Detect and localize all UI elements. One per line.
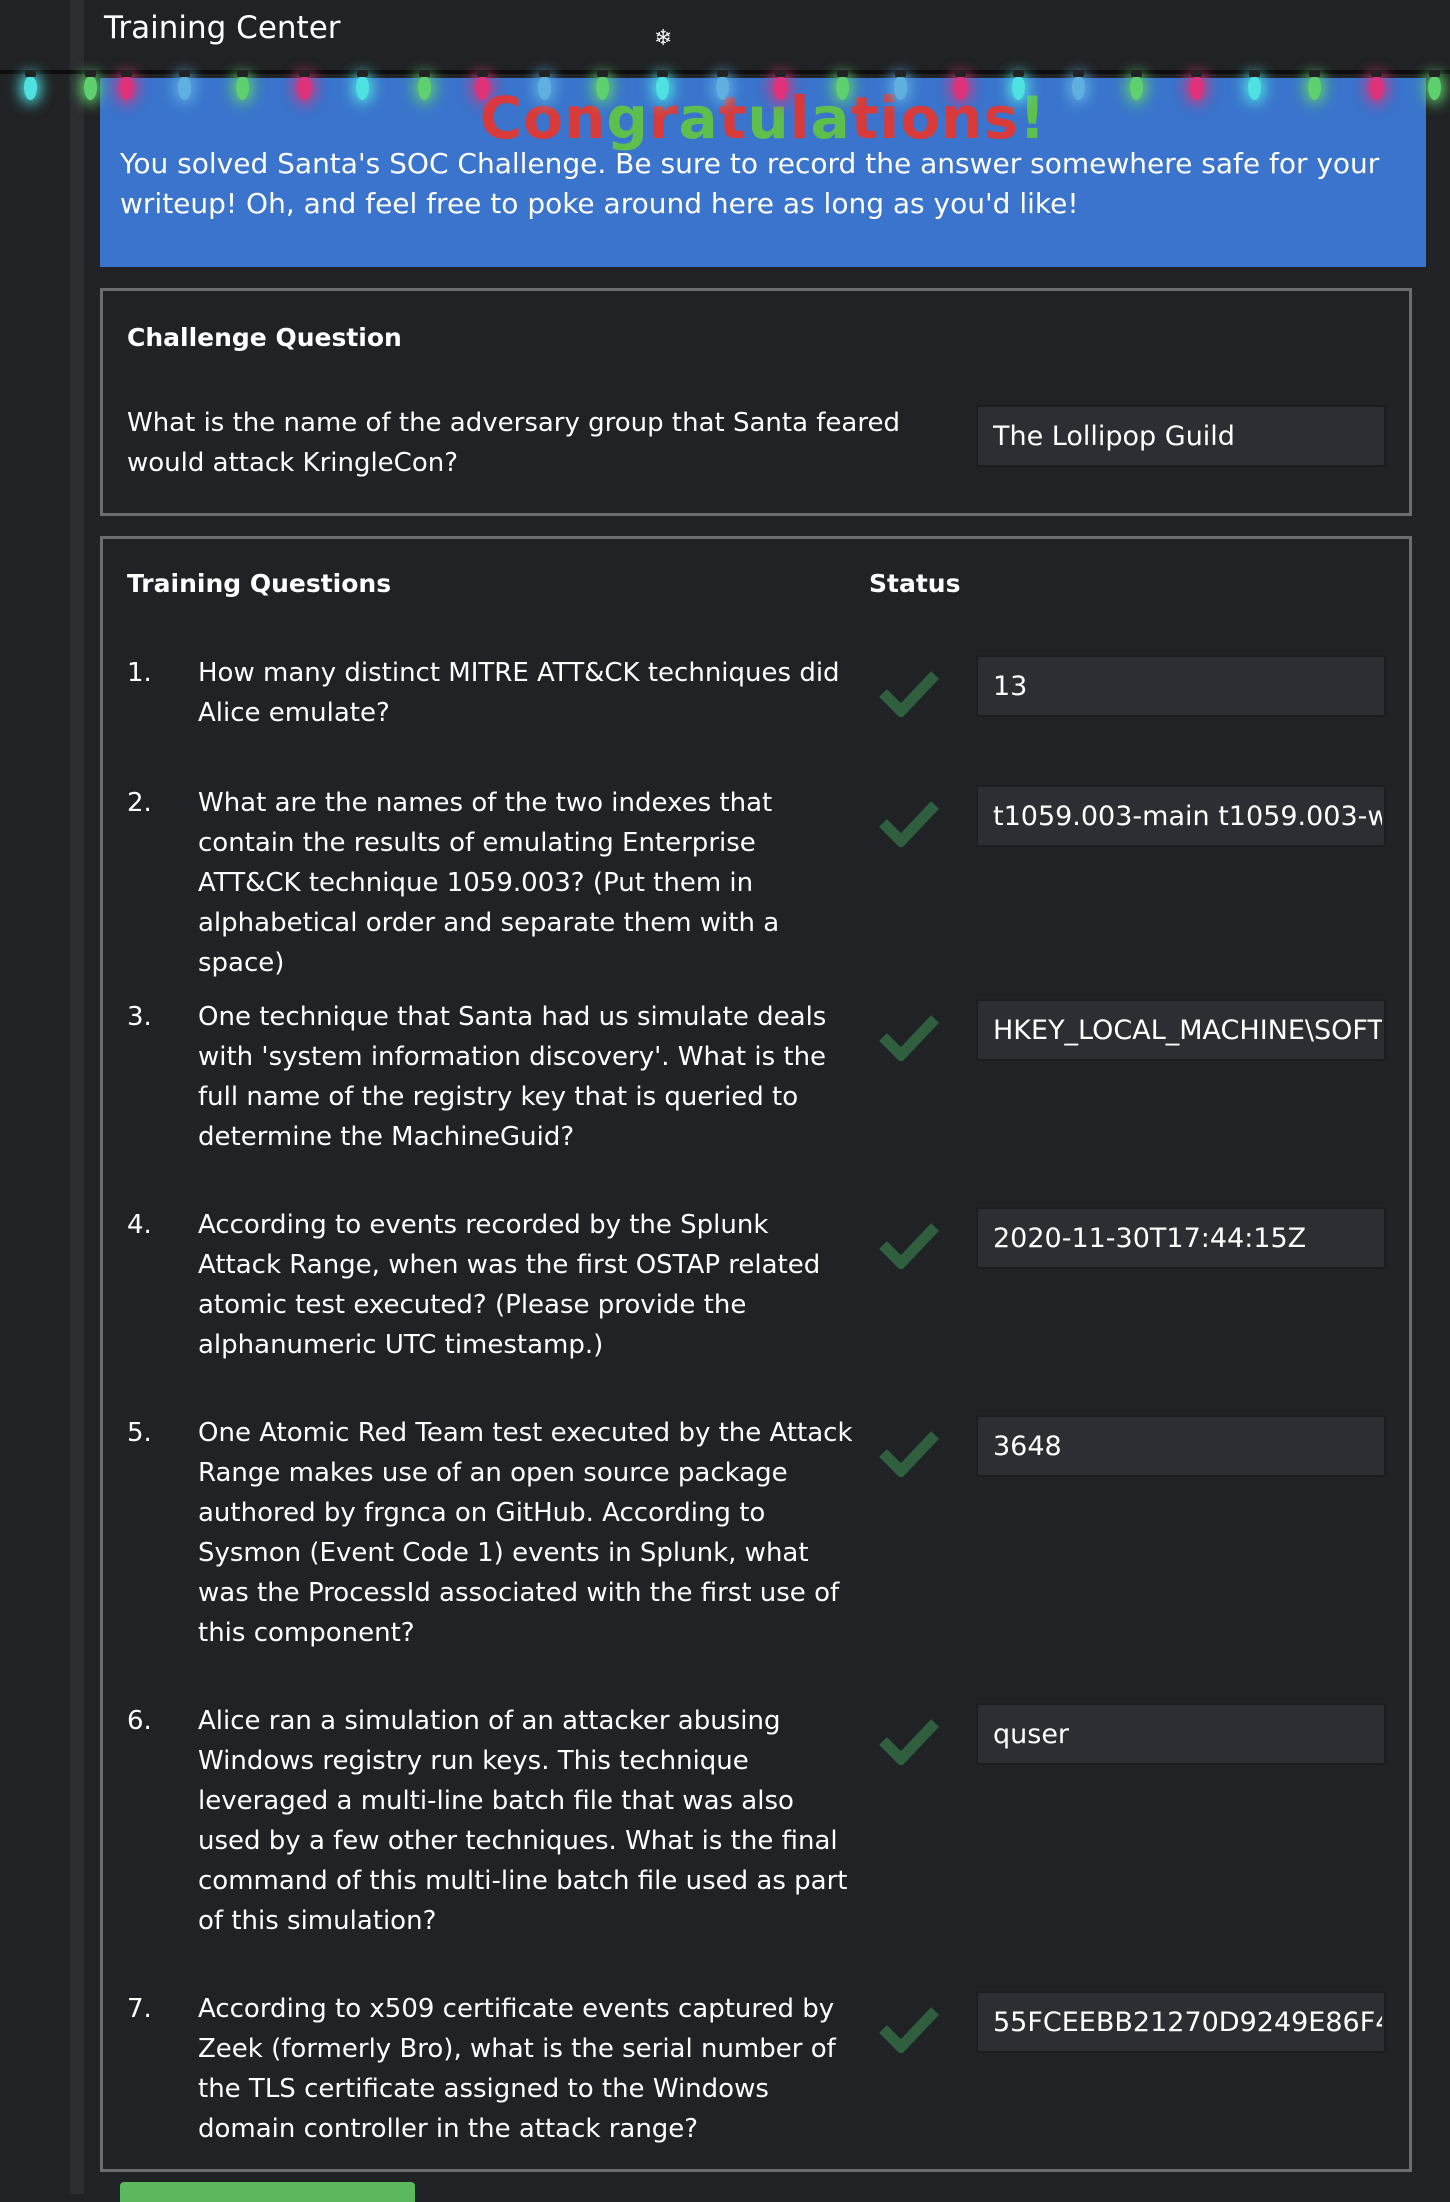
congrats-letter: n — [941, 84, 984, 152]
congrats-letter: i — [879, 84, 901, 152]
left-rail — [0, 0, 70, 2194]
congrats-letter: l — [789, 84, 811, 152]
question-number: 2. — [127, 788, 152, 818]
question-text: One Atomic Red Team test executed by the… — [198, 1418, 853, 1648]
training-panel: Training Questions Status 1. How many dis… — [100, 536, 1412, 2172]
check-icon — [879, 671, 939, 717]
rail-divider — [70, 0, 84, 2194]
submit-button[interactable] — [120, 2182, 415, 2202]
congrats-letter: t — [718, 84, 748, 152]
check-icon — [879, 1223, 939, 1269]
question-text: Alice ran a simulation of an attacker ab… — [198, 1706, 848, 1936]
check-icon — [879, 801, 939, 847]
congrats-letter: C — [479, 84, 524, 152]
question-text: How many distinct MITRE ATT&CK technique… — [198, 658, 840, 728]
light-bulb-icon — [84, 70, 97, 100]
congrats-letter: o — [900, 84, 942, 152]
challenge-answer-input[interactable] — [976, 405, 1386, 467]
question-text: According to x509 certificate events cap… — [198, 1994, 836, 2144]
question-number: 7. — [127, 1994, 152, 2024]
answer-input[interactable] — [976, 655, 1386, 717]
answer-input[interactable] — [976, 1991, 1386, 2053]
question-text: What are the names of the two indexes th… — [198, 788, 780, 978]
answer-input[interactable] — [976, 785, 1386, 847]
congrats-letter: a — [678, 84, 719, 152]
congrats-letter: r — [648, 84, 679, 152]
question-number: 4. — [127, 1210, 152, 1240]
check-icon — [879, 1015, 939, 1061]
snowflake-icon: ❄ — [654, 26, 673, 51]
question-text: According to events recorded by the Splu… — [198, 1210, 821, 1360]
check-icon — [879, 2007, 939, 2053]
window-title: Training Center — [104, 10, 341, 46]
banner-message: You solved Santa's SOC Challenge. Be sur… — [120, 147, 1380, 220]
status-heading: Status — [869, 569, 961, 598]
training-heading: Training Questions — [127, 569, 392, 598]
question-text: One technique that Santa had us simulate… — [198, 1002, 827, 1152]
title-bar: Training Center — [84, 0, 1450, 78]
congrats-letter: n — [564, 84, 607, 152]
question-number: 6. — [127, 1706, 152, 1736]
answer-input[interactable] — [976, 1703, 1386, 1765]
light-bulb-icon — [1428, 70, 1441, 100]
congratulations-banner: Congratulations! You solved Santa's SOC … — [100, 78, 1426, 267]
congratulations-heading: Congratulations! — [100, 84, 1426, 152]
check-icon — [879, 1431, 939, 1477]
challenge-question: What is the name of the adversary group … — [127, 408, 900, 478]
answer-input[interactable] — [976, 1207, 1386, 1269]
challenge-heading: Challenge Question — [127, 323, 402, 352]
congrats-letter: g — [606, 84, 649, 152]
answer-input[interactable] — [976, 1415, 1386, 1477]
question-number: 5. — [127, 1418, 152, 1448]
congrats-letter: ! — [1018, 84, 1047, 152]
congrats-letter: t — [850, 84, 880, 152]
congrats-letter: o — [523, 84, 565, 152]
question-number: 3. — [127, 1002, 152, 1032]
congrats-letter: s — [983, 84, 1019, 152]
answer-input[interactable] — [976, 999, 1386, 1061]
question-number: 1. — [127, 658, 152, 688]
congrats-letter: u — [747, 84, 790, 152]
congrats-letter: a — [810, 84, 851, 152]
check-icon — [879, 1719, 939, 1765]
challenge-panel: Challenge Question What is the name of t… — [100, 288, 1412, 516]
